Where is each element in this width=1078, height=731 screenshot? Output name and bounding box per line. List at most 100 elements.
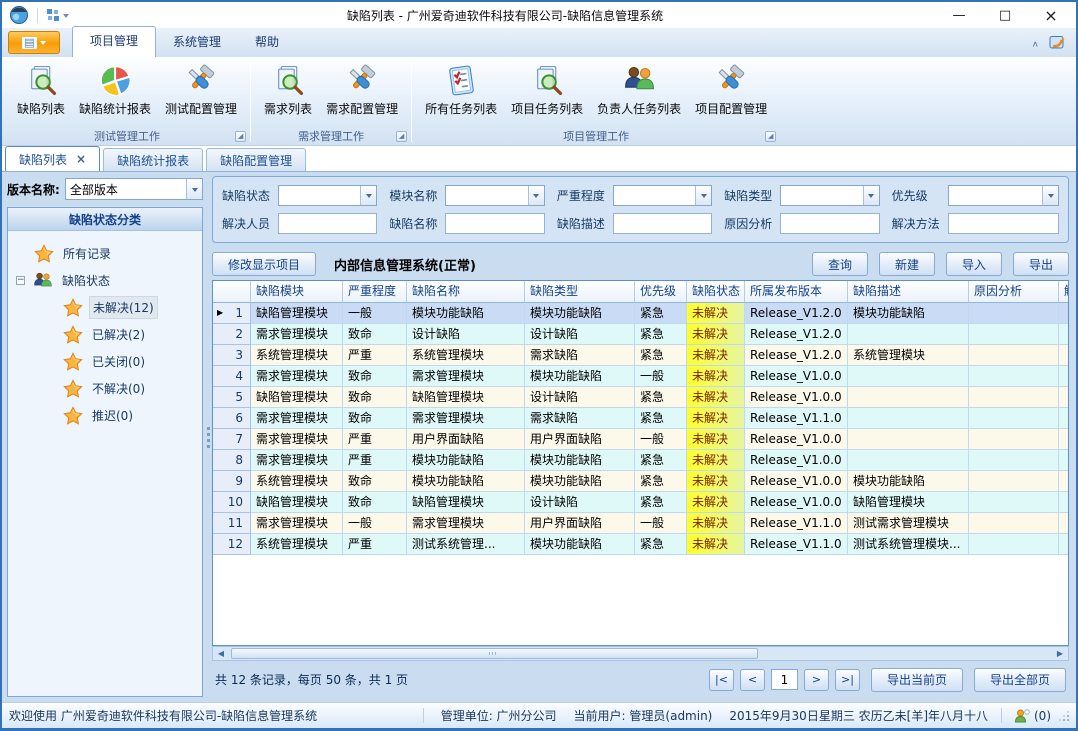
filter-combobox[interactable] (278, 185, 377, 206)
combobox-dropdown-button[interactable] (360, 186, 376, 205)
table-row[interactable]: 2需求管理模块致命设计缺陷设计缺陷紧急未解决Release_V1.2.0 (213, 324, 1068, 345)
quick-access-dropdown-icon[interactable] (63, 14, 69, 21)
tree-item[interactable]: 未解决(12) (8, 294, 202, 321)
export-current-page-button[interactable]: 导出当前页 (871, 668, 963, 692)
document-tab[interactable]: 缺陷配置管理 (206, 148, 306, 171)
first-page-button[interactable]: |< (709, 669, 734, 691)
table-row[interactable]: 7需求管理模块严重用户界面缺陷用户界面缺陷一般未解决Release_V1.0.0 (213, 429, 1068, 450)
filter-input[interactable] (613, 213, 712, 234)
row-selector-cell[interactable]: 9 (213, 471, 251, 492)
ribbon-button[interactable]: 所有任务列表 (418, 62, 504, 119)
row-selector-cell[interactable]: 3 (213, 345, 251, 366)
row-selector-cell[interactable]: 12 (213, 534, 251, 555)
dialog-launcher-icon[interactable]: ◢ (396, 131, 407, 142)
table-column-header[interactable]: 缺陷类型 (525, 281, 635, 303)
ribbon-tab-active[interactable]: 项目管理 (72, 26, 156, 57)
tree-item[interactable]: 已解决(2) (8, 321, 202, 348)
table-column-header[interactable]: 缺陷名称 (407, 281, 525, 303)
row-selector-cell[interactable]: 2 (213, 324, 251, 345)
ribbon-tab-item[interactable]: 帮助 (238, 28, 296, 57)
last-page-button[interactable]: >| (835, 669, 860, 691)
row-selector-cell[interactable]: 10 (213, 492, 251, 513)
table-row[interactable]: 10缺陷管理模块致命缺陷管理模块设计缺陷紧急未解决Release_V1.0.0缺… (213, 492, 1068, 513)
table-row[interactable]: 11需求管理模块一般需求管理模块用户界面缺陷一般未解决Release_V1.1.… (213, 513, 1068, 534)
ribbon-button[interactable]: 负责人任务列表 (590, 62, 688, 119)
row-selector-cell[interactable]: 11 (213, 513, 251, 534)
horizontal-scrollbar[interactable]: ◀ ▶ (212, 646, 1069, 661)
tree-item[interactable]: −缺陷状态 (8, 267, 202, 294)
collapse-icon[interactable]: − (16, 276, 25, 285)
scrollbar-track[interactable] (229, 647, 1052, 660)
version-dropdown-button[interactable] (186, 179, 202, 199)
table-row[interactable]: 5缺陷管理模块致命缺陷管理模块设计缺陷紧急未解决Release_V1.0.0 (213, 387, 1068, 408)
table-column-header[interactable]: 缺陷状态 (687, 281, 745, 303)
row-selector-cell[interactable]: 1▶ (213, 303, 251, 324)
ribbon-button[interactable]: 需求列表 (257, 62, 319, 119)
filter-input[interactable] (445, 213, 544, 234)
search-button[interactable]: 查询 (812, 252, 868, 276)
tree-item[interactable]: 已关闭(0) (8, 348, 202, 375)
ribbon-button[interactable]: 测试配置管理 (158, 62, 244, 119)
tab-close-icon[interactable]: × (76, 152, 86, 166)
table-row[interactable]: 1▶缺陷管理模块一般模块功能缺陷模块功能缺陷紧急未解决Release_V1.2.… (213, 303, 1068, 324)
app-menu-button[interactable]: ▤ (8, 31, 60, 54)
combobox-dropdown-button[interactable] (695, 186, 711, 205)
row-selector-cell[interactable]: 4 (213, 366, 251, 387)
filter-input[interactable] (278, 213, 377, 234)
document-tab[interactable]: 缺陷统计报表 (103, 148, 203, 171)
import-button[interactable]: 导入 (946, 252, 1002, 276)
ribbon-collapse-icon[interactable]: ∧ (1032, 40, 1039, 49)
modify-display-items-button[interactable]: 修改显示项目 (212, 252, 316, 276)
minimize-button[interactable]: — (936, 3, 982, 27)
version-combobox[interactable]: 全部版本 (65, 178, 203, 200)
table-row[interactable]: 12系统管理模块严重测试系统管理...模块功能缺陷紧急未解决Release_V1… (213, 534, 1068, 555)
combobox-dropdown-button[interactable] (528, 186, 544, 205)
filter-combobox[interactable] (780, 185, 879, 206)
export-button[interactable]: 导出 (1013, 252, 1069, 276)
row-selector-cell[interactable]: 7 (213, 429, 251, 450)
scroll-right-icon[interactable]: ▶ (1052, 647, 1068, 660)
splitter-handle[interactable] (204, 172, 212, 702)
document-tab[interactable]: 缺陷列表× (5, 146, 100, 171)
combobox-dropdown-button[interactable] (1042, 186, 1058, 205)
new-button[interactable]: 新建 (879, 252, 935, 276)
dialog-launcher-icon[interactable]: ◢ (235, 131, 246, 142)
table-column-header[interactable]: 缺陷描述 (848, 281, 969, 303)
row-selector-cell[interactable]: 5 (213, 387, 251, 408)
tree-item[interactable]: 不解决(0) (8, 375, 202, 402)
export-all-pages-button[interactable]: 导出全部页 (974, 668, 1066, 692)
help-icon[interactable] (1049, 34, 1066, 54)
resize-grip[interactable] (1059, 711, 1069, 721)
filter-combobox[interactable] (613, 185, 712, 206)
dialog-launcher-icon[interactable]: ◢ (765, 131, 776, 142)
filter-combobox[interactable] (948, 185, 1059, 206)
table-column-header[interactable]: 缺陷模块 (251, 281, 343, 303)
page-number-input[interactable] (771, 669, 798, 690)
table-column-header[interactable]: 所属发布版本 (745, 281, 848, 303)
table-row[interactable]: 9系统管理模块致命模块功能缺陷模块功能缺陷紧急未解决Release_V1.0.0… (213, 471, 1068, 492)
filter-input[interactable] (948, 213, 1059, 234)
combobox-dropdown-button[interactable] (863, 186, 879, 205)
ribbon-button[interactable]: 需求配置管理 (319, 62, 405, 119)
table-column-header[interactable]: 严重程度 (343, 281, 407, 303)
table-column-header[interactable]: 解决方法 (1059, 281, 1069, 303)
ribbon-button[interactable]: 缺陷统计报表 (72, 62, 158, 119)
row-selector-cell[interactable]: 8 (213, 450, 251, 471)
table-column-header[interactable]: 原因分析 (969, 281, 1059, 303)
scroll-left-icon[interactable]: ◀ (213, 647, 229, 660)
next-page-button[interactable]: > (804, 669, 829, 691)
table-column-header[interactable]: 优先级 (635, 281, 687, 303)
tree-item[interactable]: 推迟(0) (8, 402, 202, 429)
ribbon-tab-item[interactable]: 系统管理 (156, 28, 238, 57)
ribbon-button[interactable]: 项目配置管理 (688, 62, 774, 119)
table-row[interactable]: 3系统管理模块严重系统管理模块需求缺陷紧急未解决Release_V1.2.0系统… (213, 345, 1068, 366)
table-row[interactable]: 6需求管理模块致命需求管理模块需求缺陷紧急未解决Release_V1.1.0 (213, 408, 1068, 429)
ribbon-button[interactable]: 项目任务列表 (504, 62, 590, 119)
close-button[interactable]: × (1028, 3, 1074, 27)
row-selector-cell[interactable]: 6 (213, 408, 251, 429)
maximize-button[interactable]: □ (982, 3, 1028, 27)
quick-access-toolbar[interactable] (41, 8, 74, 22)
prev-page-button[interactable]: < (740, 669, 765, 691)
scrollbar-thumb[interactable] (231, 648, 758, 659)
table-row[interactable]: 4需求管理模块致命需求管理模块模块功能缺陷一般未解决Release_V1.0.0 (213, 366, 1068, 387)
